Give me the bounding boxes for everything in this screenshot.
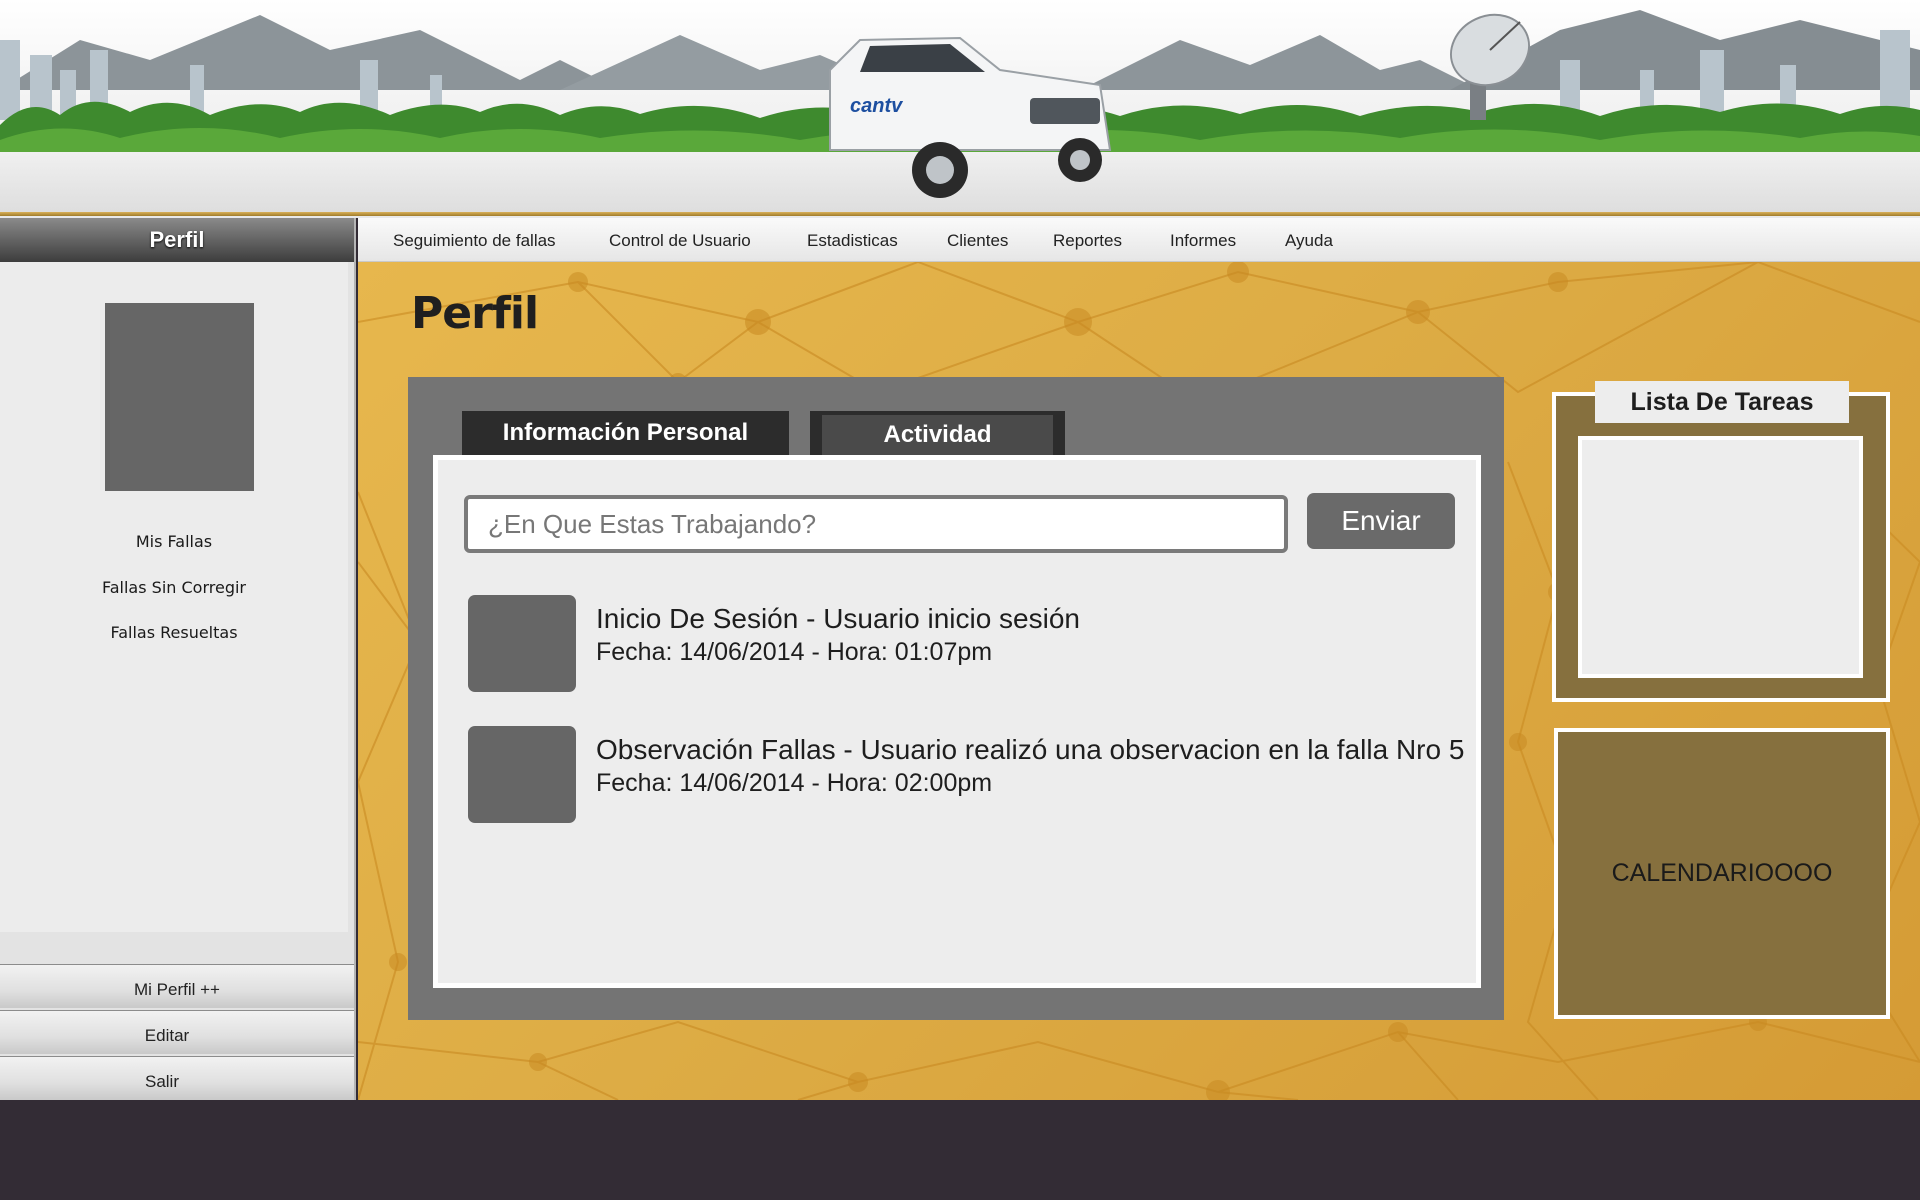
sidebar-title: Perfil	[0, 218, 354, 262]
nav-seguimiento-de-fallas[interactable]: Seguimiento de fallas	[393, 218, 556, 262]
nav-informes[interactable]: Informes	[1170, 218, 1236, 262]
profile-panel: Mis Fallas Fallas Sin Corregir Fallas Re…	[0, 262, 348, 932]
tab-informacion-personal[interactable]: Información Personal	[462, 411, 789, 455]
activity-thumbnail	[468, 726, 576, 823]
header-banner: cantv	[0, 0, 1920, 218]
mi-perfil-button[interactable]: Mi Perfil ++	[0, 964, 354, 1008]
page-title: Perfil	[411, 288, 539, 339]
nav-reportes[interactable]: Reportes	[1053, 218, 1122, 262]
nav-control-de-usuario[interactable]: Control de Usuario	[609, 218, 751, 262]
nav-ayuda[interactable]: Ayuda	[1285, 218, 1333, 262]
sidebar-link-mis-fallas[interactable]: Mis Fallas	[0, 532, 348, 551]
sidebar-link-fallas-resueltas[interactable]: Fallas Resueltas	[0, 623, 348, 642]
satellite-dish-icon	[1450, 13, 1530, 120]
left-sidebar: Perfil Mis Fallas Fallas Sin Corregir Fa…	[0, 218, 356, 1100]
send-button[interactable]: Enviar	[1307, 493, 1455, 549]
activity-card: Enviar Inicio De Sesión - Usuario inicio…	[433, 455, 1481, 988]
calendar-label: CALENDARIOOOO	[1611, 859, 1833, 887]
header-gold-stripe	[0, 212, 1920, 216]
main-content: Perfil Información Personal Actividad En…	[358, 262, 1920, 1100]
nav-estadisticas[interactable]: Estadisticas	[807, 218, 898, 262]
activity-title: Observación Fallas - Usuario realizó una…	[596, 734, 1465, 765]
landscape-banner-image: cantv	[0, 10, 1920, 198]
salir-button[interactable]: Salir	[0, 1056, 354, 1100]
status-input[interactable]	[464, 495, 1288, 553]
tab-actividad-label: Actividad	[822, 415, 1053, 455]
top-nav: Seguimiento de fallas Control de Usuario…	[358, 218, 1920, 262]
calendar-box[interactable]: CALENDARIOOOO	[1554, 728, 1890, 1019]
task-list-content[interactable]	[1578, 436, 1863, 678]
truck-icon: cantv	[829, 36, 1112, 198]
activity-thumbnail	[468, 595, 576, 692]
truck-brand-text: cantv	[850, 95, 904, 117]
editar-button[interactable]: Editar	[0, 1010, 354, 1054]
footer-bar	[0, 1100, 1920, 1200]
nav-clientes[interactable]: Clientes	[947, 218, 1008, 262]
sidebar-link-fallas-sin-corregir[interactable]: Fallas Sin Corregir	[0, 578, 348, 597]
activity-date: Fecha: 14/06/2014 - Hora: 02:00pm	[596, 769, 993, 797]
activity-title: Inicio De Sesión - Usuario inicio sesión	[596, 603, 1080, 634]
activity-date: Fecha: 14/06/2014 - Hora: 01:07pm	[596, 638, 993, 666]
activity-panel: Información Personal Actividad Enviar In…	[408, 377, 1504, 1020]
avatar[interactable]	[105, 303, 254, 491]
tab-actividad[interactable]: Actividad	[810, 411, 1065, 455]
task-list-title: Lista De Tareas	[1595, 381, 1849, 423]
